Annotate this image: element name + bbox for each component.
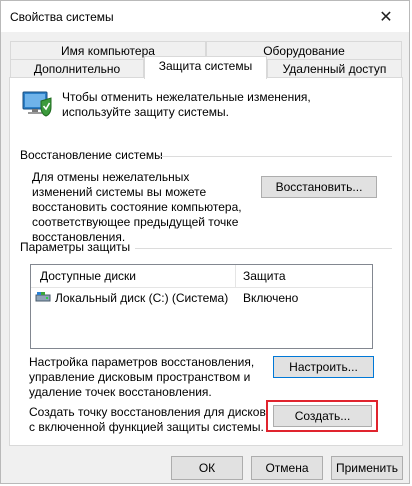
drive-protection-status: Включено (243, 291, 299, 305)
ok-button[interactable]: ОК (171, 456, 243, 480)
table-row[interactable]: Локальный диск (C:) (Система) Включено (31, 289, 372, 307)
tab-remote[interactable]: Удаленный доступ (267, 59, 402, 79)
protection-group-divider (135, 248, 392, 249)
window-title: Свойства системы (10, 10, 114, 24)
tab-advanced[interactable]: Дополнительно (10, 59, 144, 79)
drives-list[interactable]: Доступные диски Защита Локальный диск (C… (30, 264, 373, 349)
protection-group-title: Параметры защиты (20, 240, 131, 254)
create-button[interactable]: Создать... (273, 405, 372, 427)
column-available-drives[interactable]: Доступные диски (40, 269, 136, 283)
restore-description: Для отмены нежелательных изменений систе… (32, 170, 242, 244)
restore-group-divider (160, 156, 392, 157)
column-separator (235, 265, 236, 287)
column-protection[interactable]: Защита (243, 269, 286, 283)
cancel-button[interactable]: Отмена (251, 456, 323, 480)
close-button[interactable]: ✕ (363, 1, 409, 32)
create-description: Создать точку восстановления для дисков … (29, 405, 266, 434)
drive-icon (35, 291, 51, 306)
drives-list-header: Доступные диски Защита (31, 265, 372, 288)
restore-button[interactable]: Восстановить... (261, 176, 377, 198)
intro-text: Чтобы отменить нежелательные изменения, … (62, 90, 311, 119)
tab-panel: Чтобы отменить нежелательные изменения, … (9, 77, 403, 446)
configure-description: Настройка параметров восстановления, упр… (29, 355, 255, 399)
tab-system-protection[interactable]: Защита системы (144, 56, 267, 79)
apply-button[interactable]: Применить (331, 456, 403, 480)
system-properties-window: Свойства системы ✕ Имя компьютера Оборуд… (0, 0, 410, 484)
drive-name: Локальный диск (C:) (Система) (55, 291, 229, 305)
restore-group-title: Восстановление системы (20, 148, 163, 162)
configure-button[interactable]: Настроить... (273, 356, 374, 378)
close-icon: ✕ (379, 8, 393, 26)
title-bar: Свойства системы ✕ (1, 1, 409, 32)
system-protection-icon (21, 89, 53, 120)
